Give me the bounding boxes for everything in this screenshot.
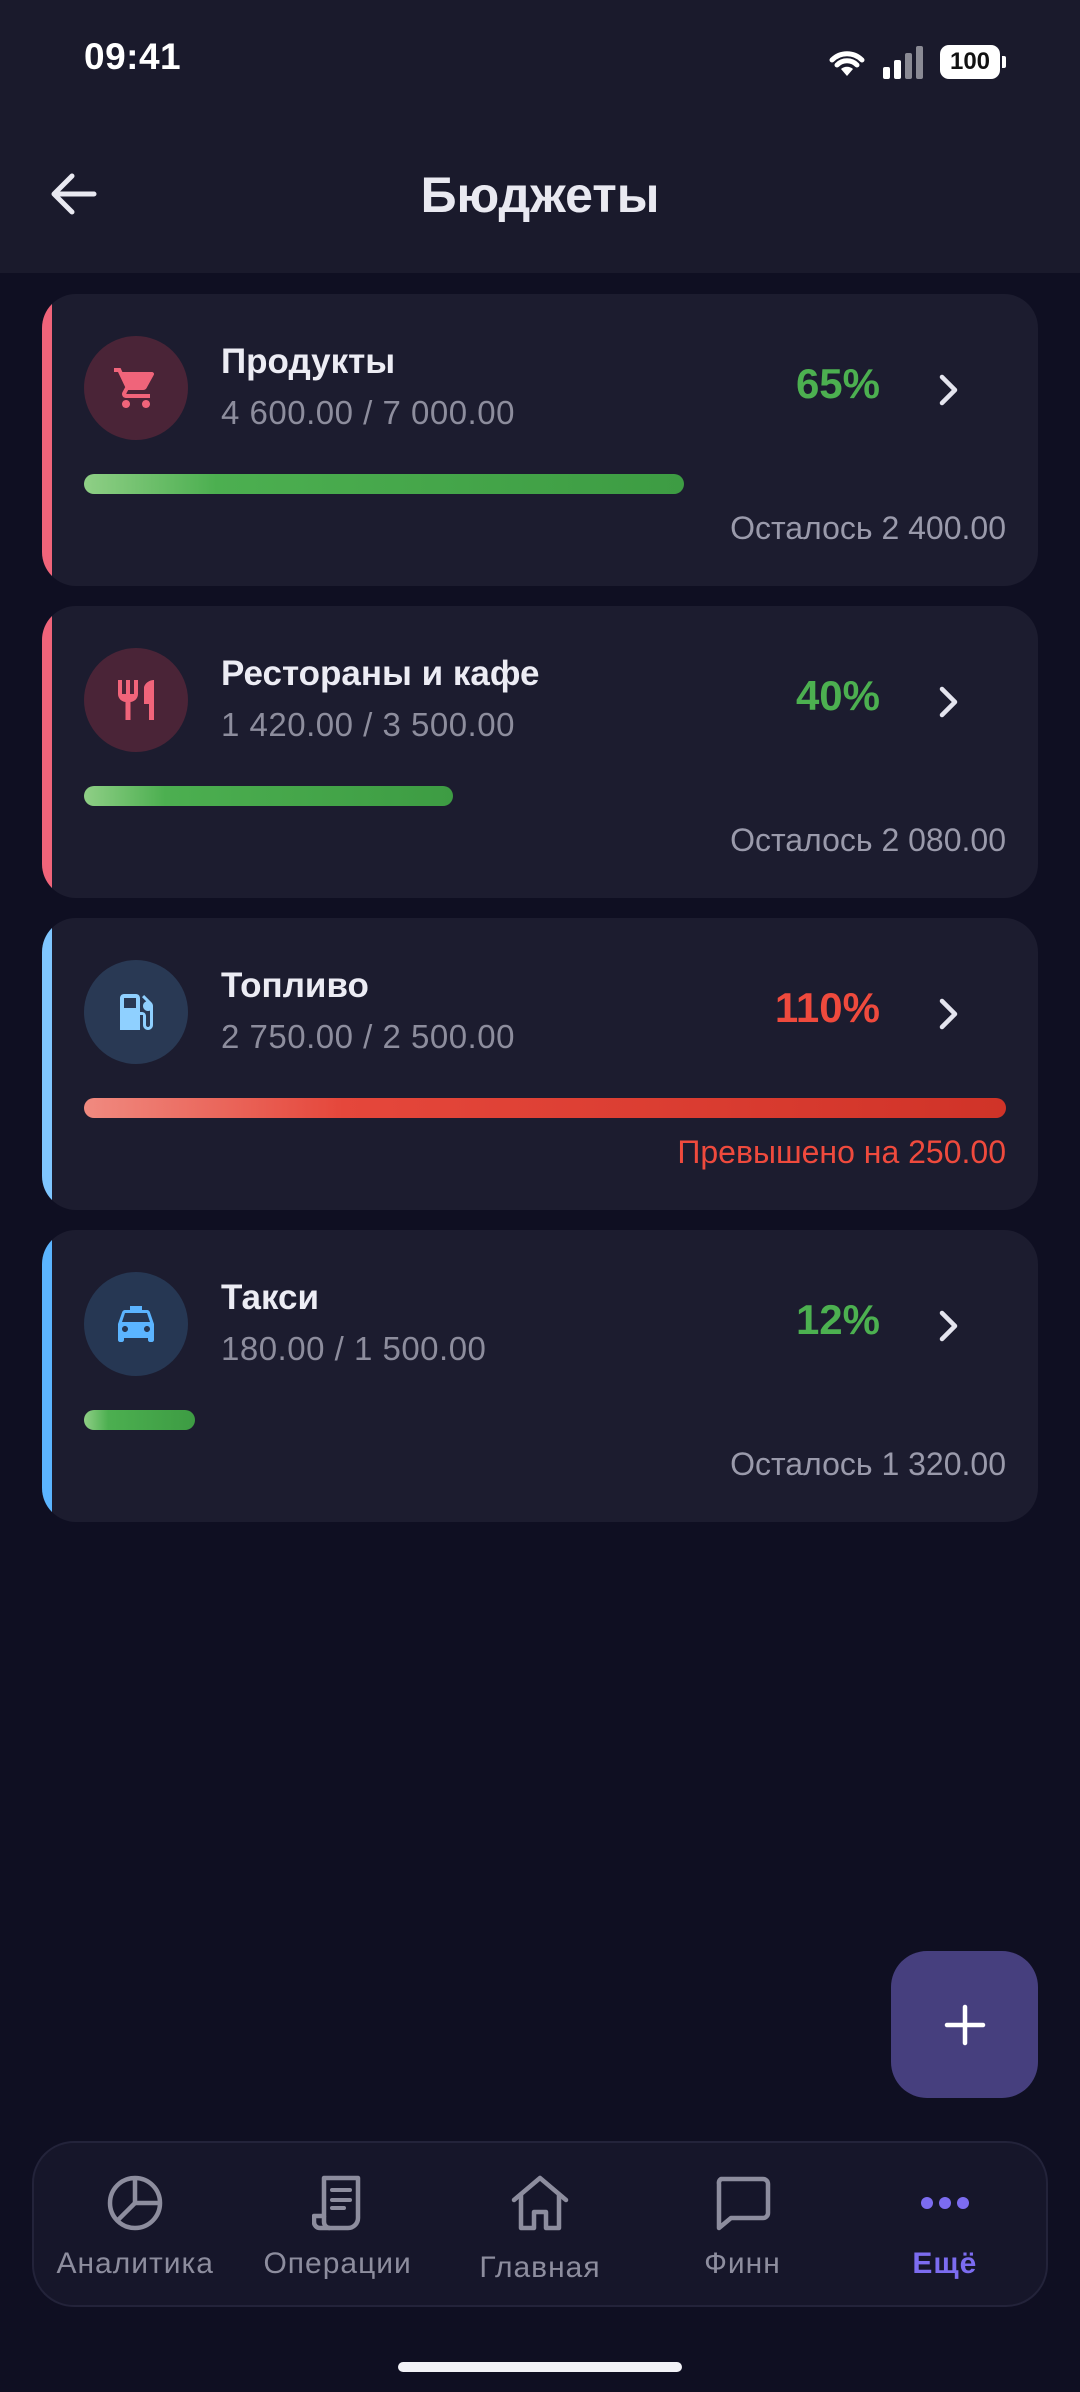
nav-item-operations[interactable]: Операции (236, 2143, 438, 2305)
card-accent (42, 294, 52, 586)
nav-label: Главная (479, 2251, 601, 2284)
category-icon (84, 648, 188, 752)
chat-bubble-icon (712, 2173, 772, 2233)
nav-label: Аналитика (56, 2247, 214, 2280)
chevron-right-icon (939, 374, 958, 406)
progress-bar (84, 474, 1006, 494)
budget-card-taxi[interactable]: Такси 180.00 / 1 500.00 12% Осталось 1 3… (42, 1230, 1038, 1522)
category-icon (84, 336, 188, 440)
budget-name: Рестораны и кафе (221, 654, 540, 693)
app-header: 09:41 100 Бюджеты (0, 0, 1080, 273)
progress-fill (84, 1410, 195, 1430)
budget-remaining: Осталось 1 320.00 (730, 1446, 1006, 1482)
progress-fill (84, 1098, 1006, 1118)
card-accent (42, 1230, 52, 1522)
add-budget-button[interactable] (891, 1951, 1038, 2098)
status-icons: 100 (826, 40, 1006, 84)
home-indicator (398, 2362, 682, 2372)
home-icon (510, 2173, 570, 2233)
pie-chart-icon (105, 2173, 165, 2233)
shopping-cart-icon (114, 368, 155, 408)
progress-bar (84, 786, 1006, 806)
progress-bar (84, 1410, 1006, 1430)
budget-percent: 12% (795, 1296, 880, 1343)
card-accent (42, 918, 52, 1210)
budget-amount: 2 750.00 / 2 500.00 (221, 1018, 515, 1055)
budget-card-restaurants[interactable]: Рестораны и кафе 1 420.00 / 3 500.00 40%… (42, 606, 1038, 898)
progress-bar (84, 1098, 1006, 1118)
budget-name: Продукты (221, 342, 396, 381)
bottom-navigation: Аналитика Операции Главная Финн Ещё (32, 2141, 1048, 2307)
progress-fill (84, 474, 684, 494)
budget-card-products[interactable]: Продукты 4 600.00 / 7 000.00 65% Осталос… (42, 294, 1038, 586)
category-icon (84, 960, 188, 1064)
fork-knife-icon (118, 680, 154, 720)
progress-fill (84, 786, 453, 806)
more-dots-icon (915, 2173, 975, 2233)
nav-item-analytics[interactable]: Аналитика (34, 2143, 236, 2305)
wifi-icon (829, 51, 865, 76)
nav-item-more[interactable]: Ещё (844, 2143, 1046, 2305)
fuel-pump-icon (120, 994, 153, 1030)
taxi-icon (118, 1306, 154, 1342)
budget-remaining: Осталось 2 080.00 (730, 822, 1006, 858)
budget-card-fuel[interactable]: Топливо 2 750.00 / 2 500.00 110% Превыше… (42, 918, 1038, 1210)
nav-label: Ещё (912, 2247, 978, 2280)
nav-label: Операции (263, 2247, 412, 2280)
budget-remaining: Осталось 2 400.00 (730, 510, 1006, 546)
category-icon (84, 1272, 188, 1376)
page-title: Бюджеты (420, 167, 660, 223)
budget-amount: 180.00 / 1 500.00 (221, 1330, 487, 1367)
chevron-right-icon (939, 998, 958, 1030)
budget-amount: 1 420.00 / 3 500.00 (221, 706, 515, 743)
chevron-right-icon (939, 686, 958, 718)
chevron-right-icon (939, 1310, 958, 1342)
nav-item-finn[interactable]: Финн (641, 2143, 843, 2305)
budget-name: Такси (221, 1278, 320, 1317)
budget-percent: 65% (795, 360, 880, 407)
budget-exceeded: Превышено на 250.00 (677, 1134, 1006, 1170)
budget-percent: 110% (774, 984, 880, 1031)
card-accent (42, 606, 52, 898)
plus-icon (944, 2004, 985, 2045)
nav-label: Финн (704, 2247, 781, 2280)
status-time: 09:41 (84, 36, 182, 77)
nav-item-home[interactable]: Главная (439, 2143, 641, 2305)
receipt-icon (308, 2173, 368, 2233)
signal-icon (883, 46, 923, 79)
budget-amount: 4 600.00 / 7 000.00 (221, 394, 515, 431)
budget-percent: 40% (795, 672, 880, 719)
budget-name: Топливо (221, 966, 369, 1005)
battery-icon: 100 (940, 45, 1006, 79)
